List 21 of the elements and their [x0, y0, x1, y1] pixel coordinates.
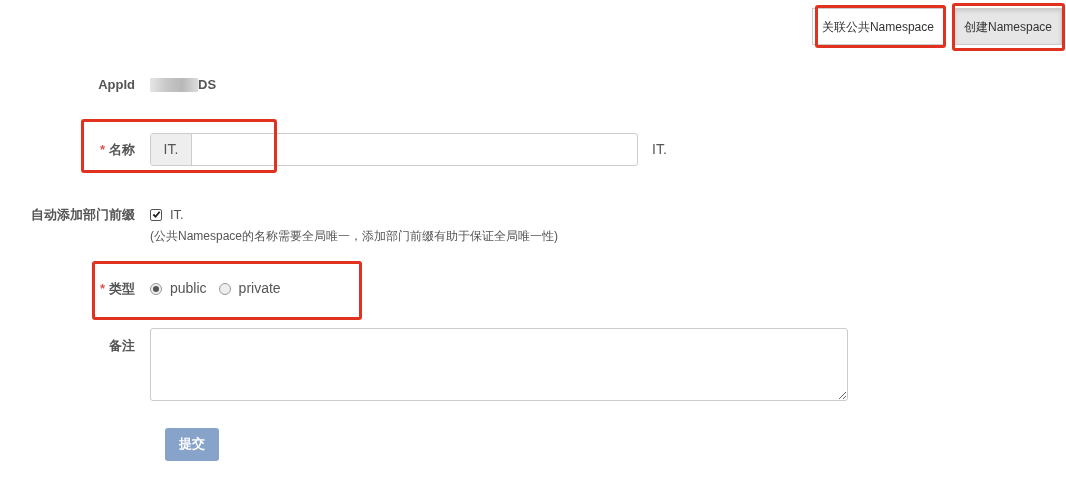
- required-asterisk: *: [99, 140, 105, 159]
- radio-button[interactable]: [218, 282, 231, 295]
- field-label: 备注: [109, 336, 135, 355]
- checkbox[interactable]: [150, 208, 162, 221]
- input-prefix: IT.: [151, 134, 192, 165]
- required-asterisk: *: [99, 279, 105, 298]
- field-label: 类型: [109, 279, 135, 298]
- remark-textarea[interactable]: [150, 327, 848, 401]
- field-label: 自动添加部门前缀: [31, 206, 135, 224]
- radio-button[interactable]: [150, 282, 162, 295]
- name-suffix: IT.: [652, 140, 667, 159]
- radio-label: private: [238, 279, 281, 298]
- checkbox-label: IT.: [170, 206, 184, 224]
- hint-text: (公共Namespace的名称需要全局唯一，添加部门前缀有助于保证全局唯一性): [150, 227, 559, 245]
- toolbar-button[interactable]: 创建Namespace: [953, 8, 1062, 45]
- field-label: 名称: [109, 140, 135, 159]
- name-input-group[interactable]: IT.: [150, 133, 638, 166]
- appid-value: DS: [198, 76, 217, 95]
- field-label: AppId: [98, 76, 135, 95]
- toolbar-button[interactable]: 关联公共Namespace: [811, 8, 944, 45]
- radio-label: public: [170, 279, 207, 298]
